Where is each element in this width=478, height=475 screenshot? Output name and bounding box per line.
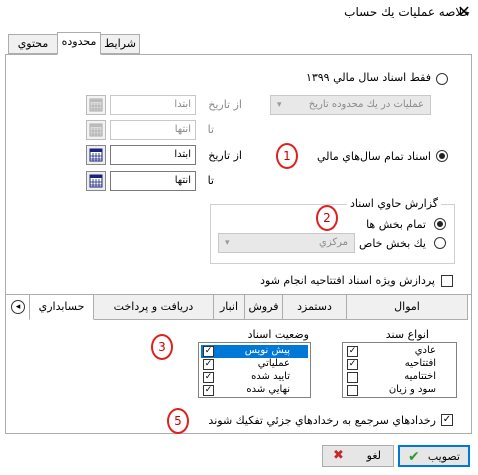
doc-type-checkbox[interactable]	[347, 385, 358, 396]
cancel-button[interactable]: ✖ لغو	[322, 445, 394, 467]
doc-status-checkbox[interactable]: ✓	[203, 385, 214, 396]
annotation-badge: 3	[151, 334, 173, 360]
chevron-down-icon: ▾	[225, 238, 230, 248]
to-date-label: تا	[207, 174, 214, 187]
doc-status-list[interactable]: ✓ پيش نويس ✓ عملياتي ✓ تاييد شده ✓ نهايي…	[198, 342, 311, 398]
all-sections-label: تمام بخش ها	[366, 218, 426, 231]
all-years-radio[interactable]	[436, 150, 448, 162]
annotation-badge: 5	[167, 408, 189, 434]
annotation-badge: 1	[276, 143, 298, 169]
doc-type-checkbox[interactable]	[347, 372, 358, 383]
check-icon: ✔	[408, 449, 420, 465]
calendar-icon[interactable]	[86, 145, 106, 165]
window-title: خلاصه عمليات يك حساب	[344, 5, 470, 19]
list-item[interactable]: ✓ عادي	[345, 345, 454, 358]
title-bar: خلاصه عمليات يك حساب ✕	[0, 0, 478, 26]
chevron-down-icon: ▾	[277, 100, 282, 110]
doc-type-checkbox[interactable]: ✓	[347, 346, 358, 357]
list-item[interactable]: ✓ عملياتي	[201, 358, 308, 371]
ok-button[interactable]: ✔ تصويب	[398, 445, 470, 467]
split-events-checkbox[interactable]: ✓	[441, 414, 453, 426]
doc-type-label: عادي	[414, 345, 436, 356]
section-value: مركزي	[319, 237, 348, 248]
doc-type-label: افتتاحيه	[404, 358, 436, 369]
from-date-label: از تاريخ	[208, 98, 242, 111]
to-date-input[interactable]: انتها	[110, 171, 196, 191]
only-year-radio[interactable]	[436, 73, 448, 85]
tab-sales[interactable]: فروش	[244, 294, 283, 320]
doc-status-label: پيش نويس	[244, 345, 290, 356]
from-date-input-disabled: ابتدا	[110, 95, 196, 115]
list-item[interactable]: اختتاميه	[345, 371, 454, 384]
tab-assets[interactable]: اموال	[346, 294, 468, 320]
tab-inventory[interactable]: انبار	[213, 294, 245, 320]
list-item[interactable]: ✓ نهايي شده	[201, 384, 308, 397]
to-date-input-disabled: انتها	[110, 120, 196, 140]
all-sections-radio[interactable]	[434, 218, 446, 230]
tab-content[interactable]: محتوي	[8, 34, 58, 54]
list-item[interactable]: ✓ افتتاحيه	[345, 358, 454, 371]
section-select: مركزي ▾	[218, 233, 355, 253]
tab-payroll[interactable]: دستمزد	[282, 294, 347, 320]
doc-status-label: عملياتي	[257, 358, 290, 369]
date-range-select: عمليات در يك محدوده تاريخ ▾	[270, 95, 431, 115]
calendar-icon	[86, 95, 106, 115]
to-date-label: تا	[207, 123, 214, 136]
list-item[interactable]: ✓ تاييد شده	[201, 371, 308, 384]
process-opening-label: پردازش ويژه اسناد افتتاحيه انجام شود	[260, 274, 435, 287]
doc-type-label: سود و زيان	[388, 384, 436, 395]
tab-scroll-left-icon[interactable]: ◂	[11, 300, 25, 314]
list-item[interactable]: سود و زيان	[345, 384, 454, 397]
doc-status-title: وضعيت اسناد	[247, 328, 309, 341]
tab-receipts-payments[interactable]: دريافت و پرداخت	[93, 294, 214, 320]
doc-type-checkbox[interactable]: ✓	[347, 359, 358, 370]
x-icon: ✖	[333, 448, 344, 463]
annotation-badge: 2	[316, 205, 338, 231]
doc-types-list[interactable]: ✓ عادي ✓ افتتاحيه اختتاميه سود و زيان	[342, 342, 457, 398]
all-years-label: اسناد تمام سال‌هاي مالي	[316, 150, 431, 163]
specific-section-radio[interactable]	[434, 237, 446, 249]
process-opening-checkbox[interactable]	[441, 275, 453, 287]
doc-type-label: اختتاميه	[404, 371, 436, 382]
tab-range[interactable]: محدوده	[57, 32, 101, 55]
ok-label: تصويب	[427, 450, 460, 463]
list-item[interactable]: ✓ پيش نويس	[201, 345, 308, 358]
from-date-input[interactable]: ابتدا	[110, 145, 196, 165]
report-contains-title: گزارش حاوي اسناد	[346, 197, 441, 210]
calendar-icon	[86, 120, 106, 140]
calendar-icon[interactable]	[86, 171, 106, 191]
tab-conditions[interactable]: شرايط	[100, 34, 140, 54]
doc-status-checkbox[interactable]: ✓	[203, 346, 214, 357]
doc-types-title: انواع سند	[385, 328, 429, 341]
only-year-label: فقط اسناد سال مالي ١٣٩٩	[305, 71, 431, 84]
from-date-label: از تاريخ	[208, 149, 242, 162]
date-range-value: عمليات در يك محدوده تاريخ	[308, 99, 424, 110]
doc-status-checkbox[interactable]: ✓	[203, 359, 214, 370]
doc-status-label: نهايي شده	[246, 384, 290, 395]
split-events-label: رخدادهاي سرجمع به رخدادهاي جزئي تفكيك شو…	[208, 414, 436, 427]
specific-section-label: يك بخش خاص	[359, 237, 426, 250]
doc-status-checkbox[interactable]: ✓	[203, 372, 214, 383]
close-icon[interactable]: ✕	[454, 2, 474, 22]
doc-status-label: تاييد شده	[251, 371, 290, 382]
tab-accounting[interactable]: حسابداري	[29, 294, 94, 320]
cancel-label: لغو	[366, 449, 381, 462]
